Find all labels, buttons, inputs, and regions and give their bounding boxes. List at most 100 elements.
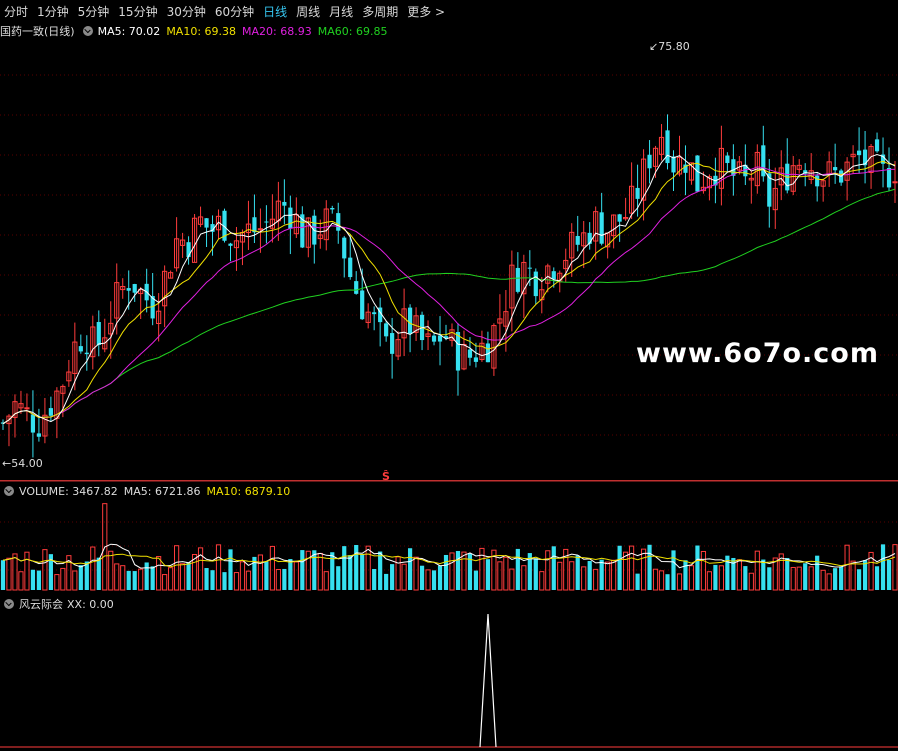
volume-bar bbox=[413, 556, 419, 591]
tab-3[interactable]: 15分钟 bbox=[118, 3, 157, 20]
volume-bar bbox=[395, 556, 401, 591]
volume-bar bbox=[228, 549, 233, 590]
volume-bar bbox=[354, 545, 359, 590]
volume-bar bbox=[342, 546, 347, 590]
candle-body bbox=[467, 349, 473, 358]
tab-5[interactable]: 60分钟 bbox=[215, 3, 254, 20]
candle-body bbox=[695, 155, 700, 192]
volume-bar bbox=[336, 566, 341, 590]
candle-body bbox=[527, 267, 532, 269]
tab-7[interactable]: 周线 bbox=[296, 3, 320, 20]
candle-body bbox=[390, 333, 395, 354]
volume-bar bbox=[856, 569, 862, 590]
volume-bar bbox=[569, 561, 575, 591]
volume-bar bbox=[293, 561, 299, 591]
volume-bar bbox=[587, 561, 592, 590]
ma20-line bbox=[2, 166, 896, 425]
ma20-value: MA20: 68.93 bbox=[242, 24, 312, 38]
volume-bar bbox=[509, 568, 515, 591]
volume-bar bbox=[269, 545, 275, 591]
tab-2[interactable]: 5分钟 bbox=[78, 3, 110, 20]
tab-1[interactable]: 1分钟 bbox=[37, 3, 69, 20]
volume-bar bbox=[796, 566, 802, 591]
volume-bar bbox=[72, 570, 78, 591]
volume-bar bbox=[108, 550, 114, 591]
candle-body bbox=[186, 242, 191, 258]
volume-ma5: MA5: 6721.86 bbox=[123, 484, 201, 498]
volume-bar bbox=[168, 567, 174, 591]
high-price-value: 75.80 bbox=[658, 40, 690, 53]
volume-ma10-line bbox=[2, 553, 896, 568]
volume-bar bbox=[210, 570, 215, 590]
volume-bar bbox=[390, 564, 395, 590]
volume-bar bbox=[84, 561, 89, 590]
candle-body bbox=[407, 307, 413, 334]
volume-bar bbox=[330, 552, 335, 590]
price-chart[interactable] bbox=[0, 40, 898, 480]
tab-0[interactable]: 分时 bbox=[4, 3, 28, 20]
volume-bar bbox=[521, 565, 527, 591]
volume-bar bbox=[222, 572, 227, 590]
candle-body bbox=[132, 284, 137, 293]
ma10-value: MA10: 69.38 bbox=[166, 24, 237, 38]
volume-bar bbox=[275, 569, 281, 591]
volume-bar bbox=[683, 560, 688, 590]
volume-bar bbox=[736, 559, 742, 591]
volume-bar bbox=[772, 557, 778, 591]
volume-bar bbox=[407, 548, 413, 590]
volume-bar bbox=[790, 566, 796, 591]
volume-bar bbox=[437, 565, 443, 590]
volume-bar bbox=[700, 550, 707, 591]
volume-bar bbox=[401, 563, 407, 591]
candle-body bbox=[599, 212, 604, 244]
volume-bar bbox=[443, 554, 449, 590]
volume-bar bbox=[30, 569, 36, 590]
volume-bar bbox=[628, 545, 635, 591]
volume-bar bbox=[695, 545, 700, 590]
volume-bar bbox=[676, 573, 683, 591]
volume-bar bbox=[233, 572, 240, 591]
volume-bar bbox=[533, 558, 538, 590]
volume-bar bbox=[365, 545, 371, 591]
tab-8[interactable]: 月线 bbox=[329, 3, 353, 20]
tab-10[interactable]: 更多 > bbox=[407, 3, 445, 20]
volume-bar bbox=[623, 551, 629, 591]
tab-6[interactable]: 日线 bbox=[263, 3, 287, 20]
volume-bar bbox=[551, 546, 556, 590]
high-price-label: ↙75.80 bbox=[649, 40, 690, 53]
settings-icon[interactable] bbox=[4, 599, 14, 609]
tab-9[interactable]: 多周期 bbox=[362, 3, 398, 20]
candle-body bbox=[874, 139, 880, 152]
volume-bar bbox=[114, 563, 120, 591]
volume-chart[interactable] bbox=[0, 498, 898, 593]
settings-icon[interactable] bbox=[82, 26, 93, 36]
volume-bar bbox=[515, 548, 520, 590]
volume-bar bbox=[844, 544, 850, 591]
volume-bar bbox=[60, 567, 66, 591]
volume-bar bbox=[162, 574, 168, 591]
volume-bar bbox=[761, 559, 766, 590]
volume-bar bbox=[862, 560, 868, 590]
main-chart-info: 国药一致(日线) MA5: 70.02 MA10: 69.38 MA20: 68… bbox=[0, 23, 393, 39]
volume-bar bbox=[640, 548, 647, 591]
candle-body bbox=[671, 156, 676, 173]
candle-body bbox=[731, 159, 736, 176]
indicator-chart[interactable] bbox=[0, 612, 898, 750]
settings-icon[interactable] bbox=[4, 486, 14, 496]
tab-4[interactable]: 30分钟 bbox=[167, 3, 206, 20]
volume-bar bbox=[706, 571, 713, 591]
volume-bar bbox=[138, 568, 144, 591]
volume-bar bbox=[36, 570, 42, 590]
candle-body bbox=[455, 331, 461, 371]
volume-bar bbox=[245, 570, 252, 591]
candle-body bbox=[892, 181, 898, 184]
volume-bar bbox=[174, 545, 180, 591]
volume-bar bbox=[186, 562, 191, 590]
volume-bar bbox=[323, 571, 329, 591]
indicator-title: 风云际会 bbox=[19, 598, 63, 611]
candle-body bbox=[84, 352, 89, 355]
volume-bar bbox=[300, 550, 305, 590]
indicator-xx: XX: 0.00 bbox=[67, 597, 114, 611]
volume-bar bbox=[611, 559, 617, 591]
candle-body bbox=[665, 130, 670, 164]
